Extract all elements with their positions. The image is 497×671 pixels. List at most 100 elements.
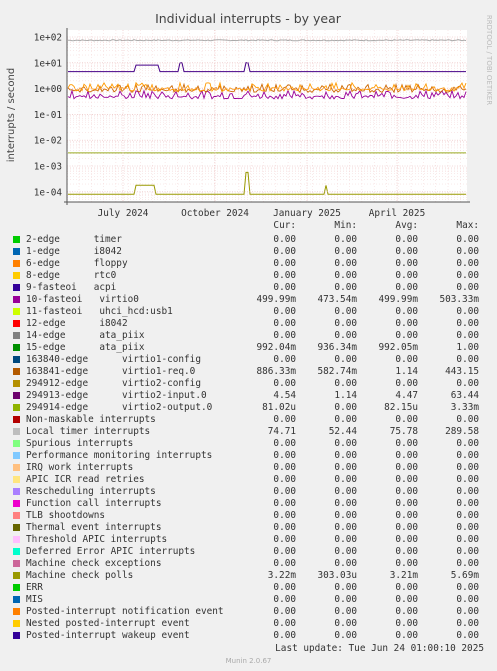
legend-row: 294914-edge virtio2-output.0 81.02u 0.00 82… [0, 402, 497, 414]
legend-value-max: 0.00 [456, 270, 479, 281]
legend-value-cur: 0.00 [273, 330, 296, 341]
legend-row: Spurious interrupts 0.00 0.00 0.00 0.00 [0, 438, 497, 450]
legend-value-avg: 0.00 [395, 474, 418, 485]
legend-label: 9-fasteoi acpi [26, 282, 117, 293]
legend-label: Deferred Error APIC interrupts [26, 546, 196, 557]
legend-label: APIC ICR read retries [26, 474, 145, 485]
legend-row: 1-edge i8042 0.00 0.00 0.00 0.00 [0, 246, 497, 258]
legend-value-min: 0.00 [334, 618, 357, 629]
legend-row: TLB shootdowns 0.00 0.00 0.00 0.00 [0, 510, 497, 522]
legend-value-min: 303.03u [317, 570, 357, 581]
legend-label: Posted-interrupt wakeup event [26, 630, 190, 641]
legend-value-min: 1.14 [334, 390, 357, 401]
legend-label: Machine check polls [26, 570, 134, 581]
legend-value-cur: 0.00 [273, 522, 296, 533]
legend-label: Thermal event interrupts [26, 522, 162, 533]
legend-value-max: 0.00 [456, 414, 479, 425]
legend-value-avg: 0.00 [395, 246, 418, 257]
legend-row: Rescheduling interrupts 0.00 0.00 0.00 0.00 [0, 486, 497, 498]
legend-swatch [13, 380, 20, 387]
legend-value-min: 0.00 [334, 462, 357, 473]
legend-value-avg: 3.21m [389, 570, 418, 581]
legend-value-max: 0.00 [456, 258, 479, 269]
legend-row: 15-edge ata_piix 992.04m 936.34m 992.05m 1.0… [0, 342, 497, 354]
legend-swatch [13, 476, 20, 483]
legend-value-min: 582.74m [317, 366, 357, 377]
side-label: RRDTOOL / TOBI OETIKER [485, 15, 493, 105]
legend-value-max: 3.33m [450, 402, 479, 413]
legend-label: Threshold APIC interrupts [26, 534, 168, 545]
legend-row: Threshold APIC interrupts 0.00 0.00 0.00 0.0… [0, 534, 497, 546]
legend-row: MIS 0.00 0.00 0.00 0.00 [0, 594, 497, 606]
legend-value-avg: 0.00 [395, 546, 418, 557]
legend-swatch [13, 560, 20, 567]
legend-label: 294912-edge virtio2-config [26, 378, 201, 389]
legend-row: 12-edge i8042 0.00 0.00 0.00 0.00 [0, 318, 497, 330]
legend-row: Machine check polls 3.22m 303.03u 3.21m 5.69… [0, 570, 497, 582]
legend-value-cur: 4.54 [273, 390, 296, 401]
legend-row: 294912-edge virtio2-config 0.00 0.00 0.00 0.… [0, 378, 497, 390]
legend-value-min: 0.00 [334, 306, 357, 317]
legend-label: 15-edge ata_piix [26, 342, 145, 353]
legend-value-min: 473.54m [317, 294, 357, 305]
legend-value-avg: 0.00 [395, 582, 418, 593]
legend-value-max: 0.00 [456, 462, 479, 473]
legend-row: APIC ICR read retries 0.00 0.00 0.00 0.00 [0, 474, 497, 486]
legend-value-max: 0.00 [456, 330, 479, 341]
legend-row: 163841-edge virtio1-req.0 886.33m 582.74m 1… [0, 366, 497, 378]
legend-row: 11-fasteoi uhci_hcd:usb1 0.00 0.00 0.00 0.00 [0, 306, 497, 318]
legend-swatch [13, 440, 20, 447]
x-tick-label: January 2025 [273, 208, 341, 219]
legend-value-min: 0.00 [334, 438, 357, 449]
legend-value-max: 0.00 [456, 534, 479, 545]
legend-row: 2-edge timer 0.00 0.00 0.00 0.00 [0, 234, 497, 246]
y-tick-label: 1e-03 [34, 162, 62, 173]
legend-label: Function call interrupts [26, 498, 162, 509]
legend-value-min: 0.00 [334, 534, 357, 545]
legend-value-avg: 0.00 [395, 270, 418, 281]
legend-value-cur: 0.00 [273, 462, 296, 473]
legend-value-max: 0.00 [456, 354, 479, 365]
legend-value-max: 0.00 [456, 246, 479, 257]
legend-swatch [13, 260, 20, 267]
legend-value-cur: 0.00 [273, 414, 296, 425]
legend-value-cur: 886.33m [256, 366, 296, 377]
legend-value-avg: 0.00 [395, 438, 418, 449]
legend-label: 294913-edge virtio2-input.0 [26, 390, 207, 401]
legend-value-avg: 0.00 [395, 558, 418, 569]
legend-value-cur: 0.00 [273, 618, 296, 629]
legend-value-avg: 0.00 [395, 462, 418, 473]
legend-row: 8-edge rtc0 0.00 0.00 0.00 0.00 [0, 270, 497, 282]
legend-swatch [13, 620, 20, 627]
legend-row: Thermal event interrupts 0.00 0.00 0.00 0.00 [0, 522, 497, 534]
legend-label: TLB shootdowns [26, 510, 106, 521]
legend-value-cur: 3.22m [267, 570, 296, 581]
legend-value-cur: 0.00 [273, 270, 296, 281]
legend-value-max: 0.00 [456, 558, 479, 569]
y-axis-label: interrupts / second [6, 68, 17, 162]
legend-value-avg: 0.00 [395, 354, 418, 365]
legend-value-max: 0.00 [456, 282, 479, 293]
legend-swatch [13, 536, 20, 543]
legend-label: Spurious interrupts [26, 438, 134, 449]
legend-label: 163840-edge virtio1-config [26, 354, 201, 365]
legend-value-avg: 0.00 [395, 606, 418, 617]
legend-value-avg: 0.00 [395, 534, 418, 545]
legend-swatch [13, 284, 20, 291]
legend-value-min: 0.00 [334, 414, 357, 425]
legend-swatch [13, 320, 20, 327]
legend-label: IRQ work interrupts [26, 462, 134, 473]
legend-value-cur: 81.02u [262, 402, 296, 413]
legend-swatch [13, 548, 20, 555]
legend-label: 12-edge i8042 [26, 318, 128, 329]
legend-row: 9-fasteoi acpi 0.00 0.00 0.00 0.00 [0, 282, 497, 294]
y-tick-label: 1e-01 [34, 110, 63, 121]
legend-value-cur: 0.00 [273, 534, 296, 545]
legend-value-min: 0.00 [334, 510, 357, 521]
legend-swatch [13, 296, 20, 303]
legend-value-avg: 0.00 [395, 234, 418, 245]
legend-value-cur: 74.71 [267, 426, 296, 437]
legend-header-max: Max: [456, 220, 479, 231]
legend-value-avg: 0.00 [395, 330, 418, 341]
legend-swatch [13, 428, 20, 435]
